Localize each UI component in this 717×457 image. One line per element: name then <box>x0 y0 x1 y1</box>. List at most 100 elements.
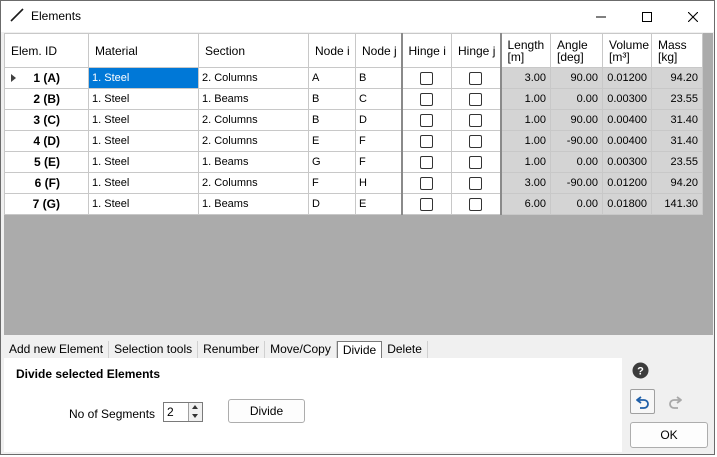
column-header-hinge-j[interactable]: Hinge j <box>451 33 501 68</box>
hinge-j-checkbox[interactable] <box>469 71 483 85</box>
elem-id-cell[interactable]: 6 (F) <box>4 172 89 194</box>
table-row[interactable]: 3 (C) 1. Steel 2. Columns B D 1.00 90.00… <box>4 109 703 131</box>
section-cell[interactable]: 2. Columns <box>198 109 309 131</box>
stepper-down-button[interactable] <box>188 412 202 421</box>
material-cell[interactable]: 1. Steel <box>88 109 199 131</box>
tab-move-copy[interactable]: Move/Copy <box>265 341 337 358</box>
angle-cell: 90.00 <box>550 109 603 131</box>
tab-divide[interactable]: Divide <box>336 341 383 359</box>
mass-cell: 23.55 <box>651 88 703 110</box>
hinge-i-checkbox[interactable] <box>420 113 434 127</box>
material-cell[interactable]: 1. Steel <box>88 172 199 194</box>
table-row[interactable]: 1 (A) 1. Steel 2. Columns A B 3.00 90.00… <box>4 67 703 89</box>
close-icon <box>688 11 698 22</box>
elem-id-cell[interactable]: 4 (D) <box>4 130 89 152</box>
node-i-cell[interactable]: B <box>308 109 356 131</box>
hinge-j-checkbox[interactable] <box>469 134 483 148</box>
column-header-section[interactable]: Section <box>198 33 309 68</box>
material-cell[interactable]: 1. Steel <box>88 151 199 173</box>
mass-cell: 23.55 <box>651 151 703 173</box>
volume-cell: 0.00400 <box>602 130 652 152</box>
table-row[interactable]: 5 (E) 1. Steel 1. Beams G F 1.00 0.00 0.… <box>4 151 703 173</box>
mass-cell: 31.40 <box>651 130 703 152</box>
section-cell[interactable]: 2. Columns <box>198 67 309 89</box>
material-cell[interactable]: 1. Steel <box>88 130 199 152</box>
angle-cell: 0.00 <box>550 88 603 110</box>
column-header-node-i[interactable]: Node i <box>308 33 356 68</box>
node-i-cell[interactable]: F <box>308 172 356 194</box>
hinge-i-checkbox[interactable] <box>420 197 434 211</box>
hinge-j-checkbox[interactable] <box>469 92 483 106</box>
hinge-j-checkbox[interactable] <box>469 113 483 127</box>
redo-button[interactable] <box>662 389 687 414</box>
column-header-hinge-i[interactable]: Hinge i <box>400 33 452 68</box>
hinge-j-checkbox[interactable] <box>469 176 483 190</box>
table-row[interactable]: 6 (F) 1. Steel 2. Columns F H 3.00 -90.0… <box>4 172 703 194</box>
column-header-mass[interactable]: Mass [kg] <box>651 33 703 68</box>
hinge-j-cell <box>451 172 501 194</box>
elem-id-cell[interactable]: 7 (G) <box>4 193 89 215</box>
title-bar: Elements <box>1 1 714 32</box>
material-cell[interactable]: 1. Steel <box>88 88 199 110</box>
angle-cell: -90.00 <box>550 172 603 194</box>
node-j-cell[interactable]: H <box>355 172 402 194</box>
node-j-cell[interactable]: F <box>355 130 402 152</box>
section-cell[interactable]: 1. Beams <box>198 193 309 215</box>
column-header-material[interactable]: Material <box>88 33 199 68</box>
node-i-cell[interactable]: E <box>308 130 356 152</box>
node-i-cell[interactable]: B <box>308 88 356 110</box>
hinge-i-checkbox[interactable] <box>420 155 434 169</box>
question-icon[interactable]: ? <box>632 362 649 379</box>
segments-stepper[interactable]: 2 <box>163 402 203 422</box>
minimize-button[interactable] <box>578 1 624 32</box>
maximize-button[interactable] <box>624 1 670 32</box>
material-cell[interactable]: 1. Steel <box>88 67 199 89</box>
hinge-i-checkbox[interactable] <box>420 71 434 85</box>
section-cell[interactable]: 2. Columns <box>198 172 309 194</box>
elem-id-cell[interactable]: 5 (E) <box>4 151 89 173</box>
hinge-i-checkbox[interactable] <box>420 134 434 148</box>
tab-selection-tools[interactable]: Selection tools <box>109 341 199 358</box>
node-j-cell[interactable]: C <box>355 88 402 110</box>
table-row[interactable]: 2 (B) 1. Steel 1. Beams B C 1.00 0.00 0.… <box>4 88 703 110</box>
column-header-angle[interactable]: Angle [deg] <box>550 33 603 68</box>
node-i-cell[interactable]: A <box>308 67 356 89</box>
hinge-i-checkbox[interactable] <box>420 176 434 190</box>
ok-button[interactable]: OK <box>630 422 708 448</box>
column-header-length[interactable]: Length [m] <box>499 33 551 68</box>
hinge-i-cell <box>400 193 452 215</box>
node-j-cell[interactable]: F <box>355 151 402 173</box>
hinge-i-checkbox[interactable] <box>420 92 434 106</box>
tab-renumber[interactable]: Renumber <box>198 341 266 358</box>
length-cell: 1.00 <box>499 88 551 110</box>
node-j-cell[interactable]: E <box>355 193 402 215</box>
close-button[interactable] <box>670 1 716 32</box>
node-i-cell[interactable]: G <box>308 151 356 173</box>
length-header-unit: [m] <box>507 49 525 64</box>
divide-button[interactable]: Divide <box>228 399 305 423</box>
tab-delete[interactable]: Delete <box>382 341 428 358</box>
elem-id-cell[interactable]: 3 (C) <box>4 109 89 131</box>
node-j-cell[interactable]: B <box>355 67 402 89</box>
elem-id-cell[interactable]: 1 (A) <box>4 67 89 89</box>
table-header-row: Elem. ID Material Section Node i Node j … <box>4 33 703 68</box>
tab-add-new-element[interactable]: Add new Element <box>4 341 110 358</box>
column-header-node-j[interactable]: Node j <box>355 33 402 68</box>
node-i-cell[interactable]: D <box>308 193 356 215</box>
column-header-elem-id[interactable]: Elem. ID <box>4 33 89 68</box>
elements-grid-area[interactable]: Elem. ID Material Section Node i Node j … <box>4 33 713 335</box>
table-row[interactable]: 4 (D) 1. Steel 2. Columns E F 1.00 -90.0… <box>4 130 703 152</box>
material-cell[interactable]: 1. Steel <box>88 193 199 215</box>
section-cell[interactable]: 2. Columns <box>198 130 309 152</box>
undo-button[interactable] <box>630 389 655 414</box>
section-cell[interactable]: 1. Beams <box>198 88 309 110</box>
section-cell[interactable]: 1. Beams <box>198 151 309 173</box>
column-header-volume[interactable]: Volume [m³] <box>602 33 652 68</box>
table-row[interactable]: 7 (G) 1. Steel 1. Beams D E 6.00 0.00 0.… <box>4 193 703 215</box>
segments-value[interactable]: 2 <box>167 405 174 419</box>
hinge-j-checkbox[interactable] <box>469 155 483 169</box>
hinge-j-checkbox[interactable] <box>469 197 483 211</box>
length-cell: 1.00 <box>499 109 551 131</box>
node-j-cell[interactable]: D <box>355 109 402 131</box>
elem-id-cell[interactable]: 2 (B) <box>4 88 89 110</box>
